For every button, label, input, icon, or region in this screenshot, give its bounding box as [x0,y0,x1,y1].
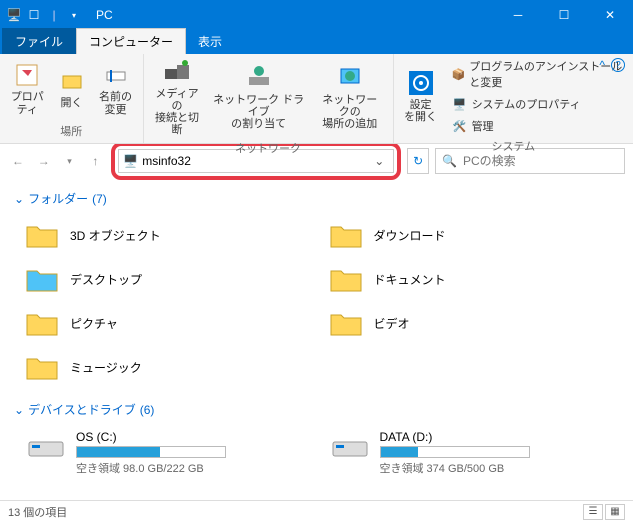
drive-label: DATA (D:) [380,430,616,444]
folder-item[interactable]: ドキュメント [326,259,620,299]
search-icon: 🔍 [442,154,457,168]
chevron-down-icon: ⌄ [14,403,24,417]
folders-section-header[interactable]: ⌄ フォルダー (7) [14,190,619,207]
folder-item[interactable]: ミュージック [22,347,316,387]
window-title: PC [88,8,113,22]
drives-section-header[interactable]: ⌄ デバイスとドライブ (6) [14,401,619,418]
system-properties-icon: 🖥️ [452,96,468,112]
network-drive-icon [245,64,273,92]
folder-icon [24,305,60,341]
folder-icon [328,217,364,253]
titlebar: 🖥️ ☐ | ▾ PC ─ ☐ ✕ [0,0,633,30]
add-network-location-button[interactable]: ネットワークの 場所の追加 [313,62,387,132]
details-view-button[interactable]: ☰ [583,504,603,520]
folder-label: ドキュメント [374,271,446,288]
open-button[interactable]: 開く [51,65,93,111]
maximize-button[interactable]: ☐ [541,0,587,30]
drive-free-space: 空き領域 374 GB/500 GB [380,460,616,476]
qat-separator: | [46,7,62,23]
icons-view-button[interactable]: ▦ [605,504,625,520]
chevron-down-icon: ⌄ [14,192,24,206]
ribbon-help: ^ ? [599,58,625,72]
folder-item[interactable]: デスクトップ [22,259,316,299]
tab-view[interactable]: 表示 [186,29,234,54]
folder-label: ダウンロード [374,227,446,244]
help-icon[interactable]: ? [611,58,625,72]
drive-label: OS (C:) [76,430,312,444]
folder-icon [328,305,364,341]
qat-dropdown-icon[interactable]: ▾ [66,7,82,23]
drive-icon [330,430,370,462]
folder-item[interactable]: 3D オブジェクト [22,215,316,255]
open-icon [58,67,86,95]
rename-button[interactable]: 名前の 変更 [95,59,137,117]
forward-button[interactable]: → [34,149,54,173]
pc-address-icon: 🖥️ [123,154,138,168]
folder-label: 3D オブジェクト [70,227,161,244]
up-button[interactable]: ↑ [85,149,105,173]
uninstall-icon: 📦 [452,66,466,82]
folder-label: ピクチャ [70,315,118,332]
drive-item[interactable]: OS (C:) 空き領域 98.0 GB/222 GB [22,426,316,480]
pc-icon: 🖥️ [6,7,22,23]
drive-usage-bar [76,446,226,458]
minimize-button[interactable]: ─ [495,0,541,30]
status-bar: 13 個の項目 ☰ ▦ [0,500,633,522]
folder-item[interactable]: ピクチャ [22,303,316,343]
media-button[interactable]: メディアの 接続と切断 [150,56,205,138]
drive-icon [26,430,66,462]
close-button[interactable]: ✕ [587,0,633,30]
manage-button[interactable]: 🛠️ 管理 [448,116,627,136]
ribbon-group-network: ネットワーク [150,138,387,158]
folder-icon [24,261,60,297]
properties-button[interactable]: プロパティ [6,59,49,117]
folder-item[interactable]: ダウンロード [326,215,620,255]
ribbon-tabs: ファイル コンピューター 表示 [0,30,633,54]
drive-item[interactable]: DATA (D:) 空き領域 374 GB/500 GB [326,426,620,480]
ribbon-group-location: 場所 [6,121,137,141]
folder-icon [24,349,60,385]
folder-label: ビデオ [374,315,410,332]
drive-usage-bar [380,446,530,458]
search-input[interactable] [463,154,618,168]
collapse-ribbon-icon[interactable]: ^ [599,58,605,72]
content-area: ⌄ フォルダー (7) 3D オブジェクト ダウンロードデスクトップ ドキュメントピ… [0,178,633,488]
folder-label: デスクトップ [70,271,142,288]
system-properties-button[interactable]: 🖥️ システムのプロパティ [448,94,627,114]
folder-label: ミュージック [70,359,142,376]
drive-free-space: 空き領域 98.0 GB/222 GB [76,460,312,476]
tab-file[interactable]: ファイル [2,28,76,54]
back-button[interactable]: ← [8,149,28,173]
tab-computer[interactable]: コンピューター [76,28,186,54]
folder-icon [328,261,364,297]
properties-icon [13,61,41,89]
checkbox-icon[interactable]: ☐ [26,7,42,23]
rename-icon [102,61,130,89]
recent-dropdown[interactable]: ▾ [60,149,80,173]
open-settings-button[interactable]: 設定 を開く [400,67,442,125]
item-count: 13 個の項目 [8,504,67,520]
manage-icon: 🛠️ [452,118,468,134]
ribbon-group-system: システム [400,136,627,156]
quick-access-toolbar: 🖥️ ☐ | ▾ [0,7,88,23]
folder-icon [24,217,60,253]
add-network-icon [336,64,364,92]
folder-item[interactable]: ビデオ [326,303,620,343]
media-icon [163,58,191,86]
map-network-drive-button[interactable]: ネットワーク ドライブ の割り当て [206,62,310,132]
settings-icon [407,69,435,97]
ribbon: ^ ? プロパティ 開く 名前の 変更 場所 メディアの 接続と切断 [0,54,633,144]
